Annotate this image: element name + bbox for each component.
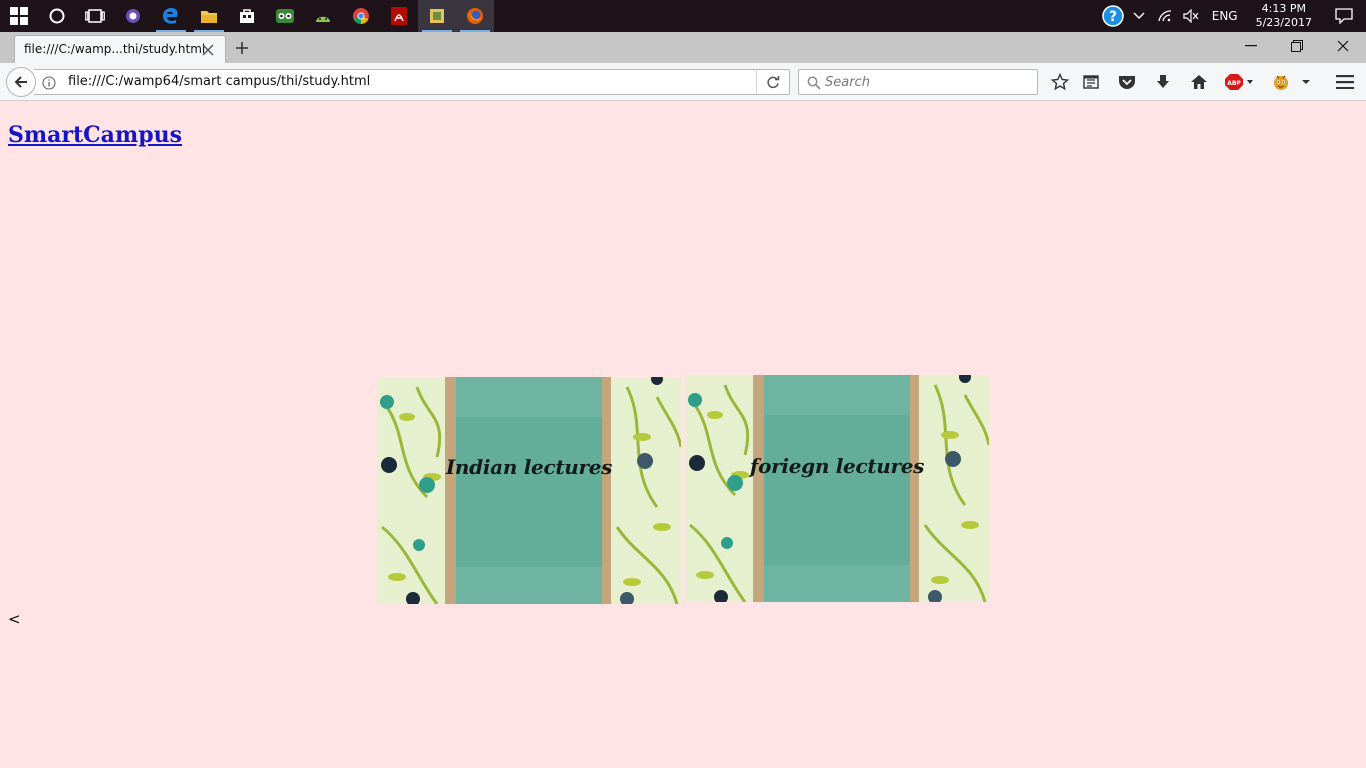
clock-time: 4:13 PM	[1261, 2, 1306, 15]
info-icon[interactable]	[42, 75, 56, 90]
svg-text:ABP: ABP	[1227, 80, 1241, 87]
android-icon[interactable]	[304, 0, 342, 32]
close-window-icon[interactable]	[1320, 32, 1366, 60]
url-text[interactable]: file:///C:/wamp64/smart campus/thi/study…	[68, 74, 370, 89]
bookmark-star-icon[interactable]	[1047, 69, 1073, 95]
tripadvisor-icon[interactable]	[266, 0, 304, 32]
downloads-icon[interactable]	[1150, 69, 1176, 95]
chevron-up-icon[interactable]	[1126, 0, 1152, 32]
file-explorer-icon[interactable]	[190, 0, 228, 32]
edge-icon[interactable]	[152, 0, 190, 32]
input-language[interactable]: ENG	[1204, 9, 1246, 23]
pocket-icon[interactable]	[1114, 69, 1140, 95]
url-bar[interactable]: file:///C:/wamp64/smart campus/thi/study…	[34, 69, 790, 95]
tab-strip: file:///C:/wamp...thi/study.html	[0, 32, 1366, 63]
greasemonkey-icon[interactable]	[1268, 69, 1294, 95]
floral-book-image	[685, 375, 989, 602]
search-input[interactable]	[825, 73, 1025, 91]
notifications-icon[interactable]	[1322, 0, 1366, 32]
stray-text: <	[8, 610, 21, 628]
home-icon[interactable]	[1186, 69, 1212, 95]
adblock-plus-icon[interactable]: ABP	[1224, 69, 1256, 95]
svg-text:?: ?	[1109, 9, 1117, 25]
floral-book-image	[377, 377, 681, 604]
help-icon[interactable]: ?	[1100, 0, 1126, 32]
clock[interactable]: 4:13 PM 5/23/2017	[1246, 2, 1322, 30]
tab-title: file:///C:/wamp...thi/study.html	[24, 42, 206, 56]
reload-icon[interactable]	[756, 70, 789, 94]
foreign-lectures-label: foriegn lectures	[749, 454, 925, 478]
foreign-lectures-card[interactable]: foriegn lectures	[685, 375, 989, 602]
volume-muted-icon[interactable]	[1178, 0, 1204, 32]
tab-study-html[interactable]: file:///C:/wamp...thi/study.html	[14, 35, 226, 63]
wifi-icon[interactable]	[1152, 0, 1178, 32]
task-view-icon[interactable]	[76, 0, 114, 32]
windows-start-icon[interactable]	[0, 0, 38, 32]
taskbar: ? ENG 4:13 PM 5/23/2017	[0, 0, 1366, 32]
back-arrow-icon	[14, 76, 27, 88]
back-button[interactable]	[6, 67, 36, 97]
chrome-icon[interactable]	[342, 0, 380, 32]
acrobat-icon[interactable]	[380, 0, 418, 32]
app-icon[interactable]	[418, 0, 456, 32]
reading-list-icon[interactable]	[1078, 69, 1104, 95]
site-title-link[interactable]: SmartCampus	[8, 122, 182, 148]
indian-lectures-card[interactable]: Indian lectures	[377, 377, 681, 604]
cortana-icon[interactable]	[38, 0, 76, 32]
firefox-icon[interactable]	[456, 0, 494, 32]
store-icon[interactable]	[228, 0, 266, 32]
app-icon[interactable]	[114, 0, 152, 32]
search-bar[interactable]	[798, 69, 1038, 95]
hamburger-menu-icon[interactable]	[1332, 69, 1358, 95]
close-tab-icon[interactable]	[201, 42, 215, 56]
new-tab-icon[interactable]	[233, 39, 251, 57]
search-icon	[807, 75, 821, 90]
indian-lectures-label: Indian lectures	[445, 455, 613, 479]
restore-icon[interactable]	[1274, 32, 1320, 60]
minimize-icon[interactable]	[1228, 32, 1274, 60]
navigation-toolbar: file:///C:/wamp64/smart campus/thi/study…	[0, 63, 1366, 101]
clock-date: 5/23/2017	[1255, 16, 1312, 29]
chevron-down-icon[interactable]	[1296, 69, 1316, 95]
